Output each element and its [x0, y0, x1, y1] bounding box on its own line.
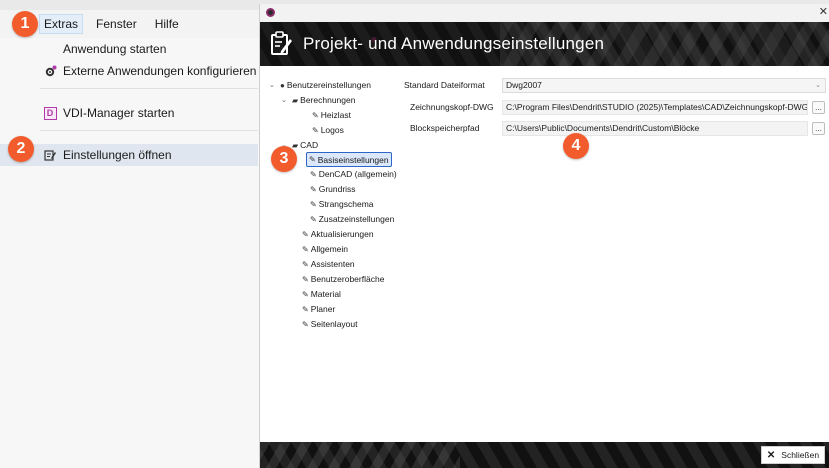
tree-item-benutzereinstellungen[interactable]: ⌄ ● Benutzereinstellungen: [269, 78, 371, 92]
settings-edit-icon: ✎: [310, 214, 317, 224]
gear-icon: [43, 64, 57, 78]
tree-item-benutzeroberflaeche[interactable]: ✎ Benutzeroberfläche: [302, 272, 384, 286]
settings-edit-icon: ✎: [302, 244, 309, 254]
menu-separator: [40, 130, 258, 131]
chevron-down-icon[interactable]: ⌄: [281, 96, 287, 104]
tree-item-heizlast[interactable]: ✎ Heizlast: [312, 108, 351, 122]
menu-fenster[interactable]: Fenster: [96, 17, 137, 31]
field-label: Standard Dateiformat: [404, 80, 485, 90]
form-row-blockspeicherpfad: Blockspeicherpfad C:\Users\Public\Docume…: [410, 120, 828, 136]
window-close-icon[interactable]: ✕: [819, 5, 828, 18]
menu-hilfe[interactable]: Hilfe: [155, 17, 179, 31]
settings-edit-icon: ✎: [310, 184, 317, 194]
form-row-zeichnungskopf: Zeichnungskopf-DWG C:\Program Files\Dend…: [410, 99, 828, 115]
blockspeicherpfad-browse-button[interactable]: ...: [812, 121, 825, 135]
settings-edit-icon: ✎: [302, 319, 309, 329]
folder-icon: ▰: [292, 95, 299, 105]
step-marker-4: 4: [563, 133, 589, 159]
menu-item-vdi-manager[interactable]: D VDI-Manager starten: [0, 102, 258, 124]
window-title: Projekt- und Anwendungseinstellungen: [303, 34, 605, 53]
zeichnungskopf-path-field[interactable]: C:\Program Files\Dendrit\STUDIO (2025)\T…: [502, 99, 808, 115]
step-marker-2: 2: [8, 136, 34, 162]
chevron-down-icon[interactable]: ⌄: [269, 81, 275, 89]
settings-window: ✕ Projekt- und Anwendungseinstellungen ⌄…: [259, 4, 829, 468]
tree-item-aktualisierungen[interactable]: ✎ Aktualisierungen: [302, 227, 374, 241]
menu-item-label: Anwendung starten: [63, 42, 167, 56]
dateiformat-select[interactable]: Dwg2007 ⌄: [502, 77, 826, 93]
settings-edit-icon: ✎: [302, 259, 309, 269]
vdi-icon: D: [43, 106, 57, 120]
close-button-label: Schließen: [781, 450, 820, 460]
app-logo-icon: [266, 8, 275, 17]
step-marker-3: 3: [271, 146, 297, 172]
zeichnungskopf-browse-button[interactable]: ...: [812, 100, 825, 114]
window-banner: Projekt- und Anwendungseinstellungen: [260, 22, 829, 66]
settings-edit-icon: ✎: [312, 110, 319, 120]
settings-edit-icon: ✎: [310, 199, 317, 209]
tree-item-zusatzeinstellungen[interactable]: ✎ Zusatzeinstellungen: [310, 212, 394, 226]
settings-edit-icon: ✎: [312, 125, 319, 135]
menu-item-label: VDI-Manager starten: [63, 106, 175, 120]
field-label: Blockspeicherpfad: [410, 123, 480, 133]
tree-item-material[interactable]: ✎ Material: [302, 287, 341, 301]
settings-edit-icon: ✎: [302, 274, 309, 284]
folder-icon: ▰: [292, 140, 299, 150]
menu-extras[interactable]: Extras: [39, 14, 84, 34]
close-icon: ✕: [766, 449, 776, 461]
tree-item-allgemein[interactable]: ✎ Allgemein: [302, 242, 348, 256]
settings-edit-icon: ✎: [302, 229, 309, 239]
tree-item-grundriss[interactable]: ✎ Grundriss: [310, 182, 356, 196]
screenshot-root: Extras Fenster Hilfe Anwendung starten E…: [0, 0, 829, 468]
tree-item-seitenlayout[interactable]: ✎ Seitenlayout: [302, 317, 358, 331]
tree-item-logos[interactable]: ✎ Logos: [312, 123, 344, 137]
settings-edit-icon: [43, 148, 57, 162]
tree-item-cad[interactable]: ⌄ ▰ CAD: [281, 138, 318, 152]
tree-item-berechnungen[interactable]: ⌄ ▰ Berechnungen: [281, 93, 355, 107]
footer-pattern: [260, 442, 460, 468]
blockspeicherpfad-path-field[interactable]: C:\Users\Public\Documents\Dendrit\Custom…: [502, 120, 808, 136]
menu-item-einstellungen-oeffnen[interactable]: Einstellungen öffnen: [0, 144, 258, 166]
tree-item-strangschema[interactable]: ✎ Strangschema: [310, 197, 374, 211]
settings-edit-icon: ✎: [310, 169, 317, 179]
person-icon: ●: [280, 80, 285, 90]
menu-separator: [40, 88, 258, 89]
window-footer: [260, 442, 829, 468]
settings-edit-icon: ✎: [302, 289, 309, 299]
menu-item-externe-anwendungen[interactable]: Externe Anwendungen konfigurieren: [0, 60, 258, 82]
tree-item-assistenten[interactable]: ✎ Assistenten: [302, 257, 355, 271]
settings-tree: ⌄ ● Benutzereinstellungen ⌄ ▰ Berechnung…: [260, 66, 400, 442]
extras-dropdown-menu: Anwendung starten Externe Anwendungen ko…: [0, 38, 262, 468]
chevron-down-icon: ⌄: [815, 82, 821, 89]
field-label: Zeichnungskopf-DWG: [410, 102, 494, 112]
settings-edit-icon: ✎: [309, 155, 316, 164]
menu-item-label: Einstellungen öffnen: [63, 148, 172, 162]
settings-edit-icon: ✎: [302, 304, 309, 314]
tree-item-basiseinstellungen[interactable]: ✎ Basiseinstellungen: [306, 152, 392, 167]
window-titlebar: ✕: [260, 4, 829, 22]
step-marker-1: 1: [12, 11, 38, 37]
menu-bar: Extras Fenster Hilfe: [0, 10, 262, 38]
menu-item-anwendung-starten[interactable]: Anwendung starten: [0, 38, 258, 60]
menu-item-label: Externe Anwendungen konfigurieren: [63, 64, 257, 78]
form-row-dateiformat: Standard Dateiformat Dwg2007 ⌄: [404, 77, 828, 93]
close-button[interactable]: ✕ Schließen: [761, 446, 825, 464]
tree-item-planer[interactable]: ✎ Planer: [302, 302, 335, 316]
settings-edit-icon: [271, 31, 292, 55]
tree-item-dencad-allgemein[interactable]: ✎ DenCAD (allgemein): [310, 167, 397, 181]
